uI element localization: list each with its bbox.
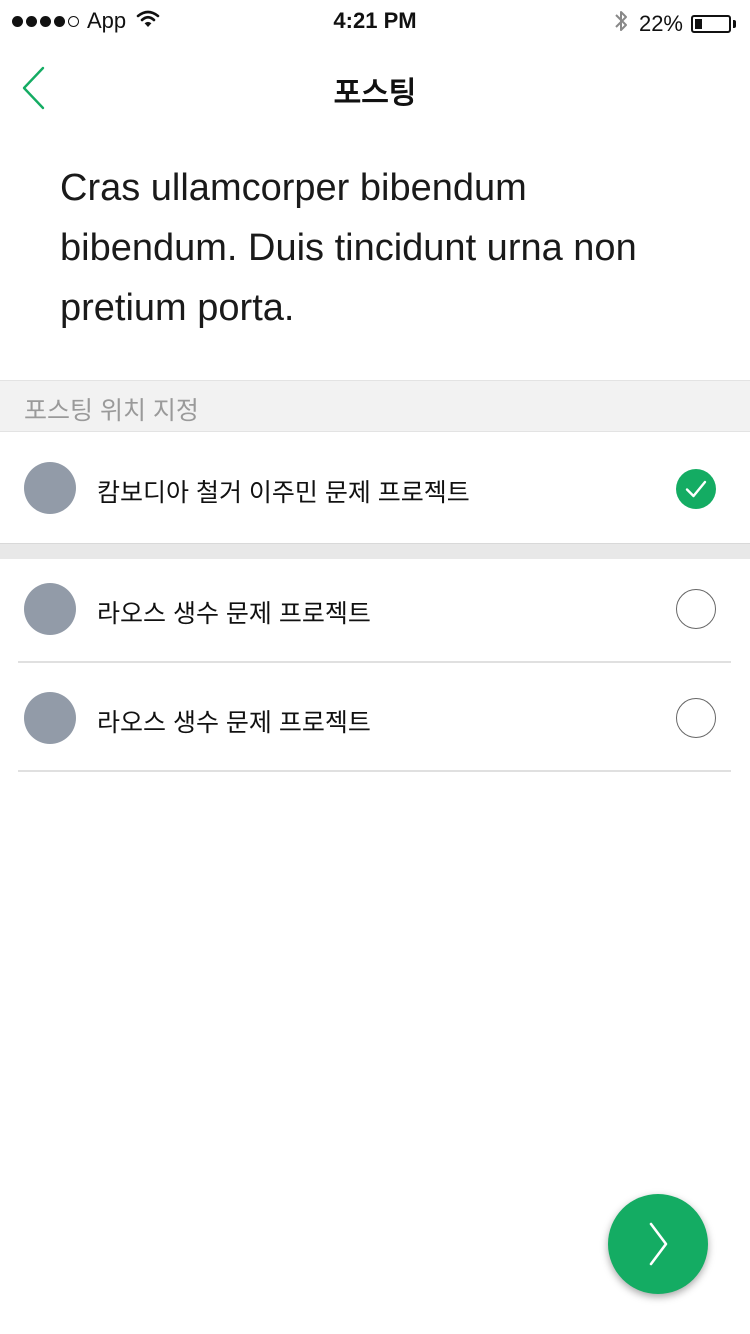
post-text: Cras ullamcorper bibendum bibendum. Duis… <box>60 167 637 329</box>
project-label: 캄보디아 철거 이주민 문제 프로젝트 <box>97 479 470 507</box>
battery-icon <box>691 14 731 33</box>
next-button[interactable] <box>608 1194 708 1294</box>
section-title: 포스팅 위치 지정 <box>24 397 199 425</box>
project-label: 라오스 생수 문제 프로젝트 <box>97 709 371 737</box>
navigation-bar: 포스팅 <box>0 48 750 128</box>
bluetooth-icon <box>613 8 629 39</box>
row-divider <box>18 770 731 772</box>
project-row[interactable]: 라오스 생수 문제 프로젝트 <box>0 559 750 662</box>
project-label: 라오스 생수 문제 프로젝트 <box>97 600 371 628</box>
project-row[interactable]: 캄보디아 철거 이주민 문제 프로젝트 <box>0 432 750 543</box>
battery-tip <box>733 19 736 28</box>
avatar <box>24 583 76 635</box>
status-right: 22% <box>613 8 736 39</box>
page-title: 포스팅 <box>333 77 417 110</box>
project-row[interactable]: 라오스 생수 문제 프로젝트 <box>0 663 750 771</box>
status-bar: App 4:21 PM 22% <box>0 0 750 48</box>
section-separator <box>0 543 750 559</box>
battery-percent: 22% <box>638 10 683 36</box>
radio-unselected-icon[interactable] <box>676 698 716 738</box>
section-header: 포스팅 위치 지정 <box>0 380 750 432</box>
avatar <box>24 462 76 514</box>
selected-check-icon[interactable] <box>676 469 716 509</box>
chevron-right-icon <box>649 1222 668 1266</box>
avatar <box>24 692 76 744</box>
battery-level <box>695 18 702 29</box>
radio-unselected-icon[interactable] <box>676 589 716 629</box>
